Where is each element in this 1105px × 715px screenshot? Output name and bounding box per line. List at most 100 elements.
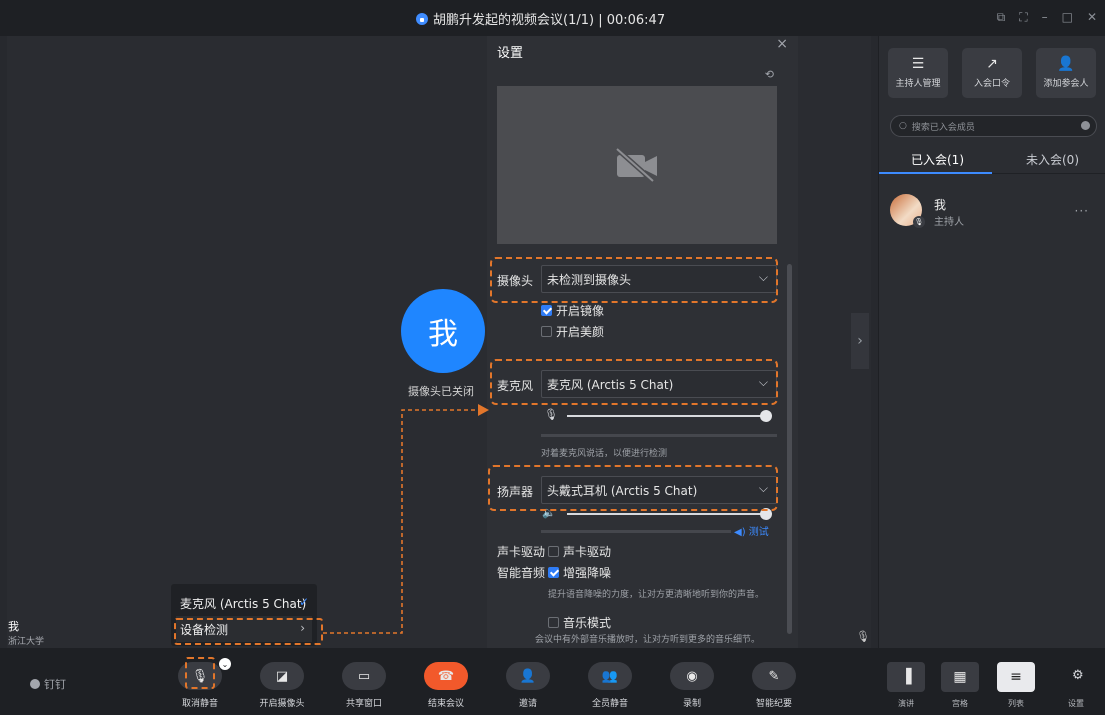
close-icon[interactable]: × xyxy=(776,36,788,52)
soundcard-checkbox[interactable]: 声卡驱动 xyxy=(548,543,611,560)
record-icon: ◉ xyxy=(670,662,714,690)
meeting-password-button[interactable]: ↗ 入会口令 xyxy=(962,48,1022,98)
music-mode-checkbox[interactable]: 音乐模式 xyxy=(548,614,611,631)
checkbox-unchecked xyxy=(548,546,559,557)
settings-scrollbar[interactable] xyxy=(787,264,792,634)
settings-label: 设置 xyxy=(1068,699,1084,708)
camera-off-icon: ◪ xyxy=(260,662,304,690)
share-icon: ↗ xyxy=(986,56,998,72)
more-icon[interactable]: ··· xyxy=(1075,204,1089,218)
beauty-label: 开启美颜 xyxy=(556,325,605,339)
beauty-checkbox[interactable]: 开启美颜 xyxy=(541,323,604,340)
microphone-highlight xyxy=(490,359,778,405)
mirror-checkbox[interactable]: 开启镜像 xyxy=(541,302,604,319)
host-manage-button[interactable]: ☰ 主持人管理 xyxy=(888,48,948,98)
share-window-button[interactable]: ▭ 共享窗口 xyxy=(334,662,394,709)
rotate-icon[interactable]: ⟲ xyxy=(765,68,774,81)
meeting-password-label: 入会口令 xyxy=(973,79,1010,89)
settings-title: 设置 xyxy=(497,46,524,61)
camera-highlight xyxy=(490,257,778,303)
checkbox-checked xyxy=(548,567,559,578)
mute-all-label: 全员静音 xyxy=(591,699,628,709)
start-camera-button[interactable]: ◪ 开启摄像头 xyxy=(252,662,312,709)
mic-muted-icon: 🎙 xyxy=(913,216,925,228)
minimize-icon[interactable]: – xyxy=(1042,10,1048,25)
smart-notes-button[interactable]: ✎ 智能纪要 xyxy=(744,662,804,709)
search-icon: ○ xyxy=(899,121,907,131)
speaker-test-link[interactable]: ◀) 测试 xyxy=(734,523,769,538)
music-mode-hint: 会议中有外部音乐播放时，让对方听到更多的音乐细节。 xyxy=(535,635,761,645)
add-participant-button[interactable]: 👤 添加参会人 xyxy=(1036,48,1096,98)
dingtalk-icon xyxy=(30,679,40,689)
notes-icon: ✎ xyxy=(752,662,796,690)
fullscreen-icon[interactable]: ⛶ xyxy=(1019,10,1027,25)
grid-view-label: 宫格 xyxy=(952,699,968,708)
title-bar: 胡鹏升发起的视频会议(1/1) | 00:06:47 ⧉ ⛶ – □ ✕ xyxy=(0,0,1105,36)
speaker-volume-slider[interactable] xyxy=(567,513,767,515)
invite-icon: 👤 xyxy=(506,662,550,690)
microphone-icon: 🎙 xyxy=(544,408,558,421)
noise-reduction-hint: 提升语音降噪的力度，让对方更清晰地听到你的声音。 xyxy=(548,590,765,600)
start-camera-label: 开启摄像头 xyxy=(259,699,305,709)
smart-notes-label: 智能纪要 xyxy=(755,699,792,709)
mute-all-icon: 👥 xyxy=(588,662,632,690)
music-mode-option: 音乐模式 xyxy=(563,616,612,630)
speaker-view-button[interactable]: ▐ xyxy=(887,662,925,692)
camera-off-icon xyxy=(615,147,657,183)
share-window-label: 共享窗口 xyxy=(345,699,382,709)
lock-icon xyxy=(416,12,428,25)
mic-hint: 对着麦克风说话，以便进行检测 xyxy=(541,449,668,459)
window-controls: ⧉ ⛶ – □ ✕ xyxy=(997,10,1097,25)
mic-status-icon: 🎙 xyxy=(856,630,870,643)
end-meeting-button[interactable]: ☎ 结束会议 xyxy=(416,662,476,709)
pin-icon[interactable]: ⧉ xyxy=(997,10,1006,25)
speaker-view-label: 演讲 xyxy=(898,699,914,708)
maximize-icon[interactable]: □ xyxy=(1062,10,1073,25)
unmute-highlight xyxy=(185,657,215,689)
tab-active-indicator xyxy=(879,172,992,174)
end-meeting-label: 结束会议 xyxy=(427,699,464,709)
record-button[interactable]: ◉ 录制 xyxy=(662,662,722,709)
member-search-input[interactable]: ○ 搜索已入会成员 xyxy=(890,115,1097,137)
mic-volume-knob[interactable] xyxy=(760,410,772,422)
mute-all-button[interactable]: 👥 全员静音 xyxy=(580,662,640,709)
grid-view-icon: ▦ xyxy=(953,669,967,685)
record-label: 录制 xyxy=(682,699,701,709)
invite-button[interactable]: 👤 邀请 xyxy=(498,662,558,709)
member-search-placeholder: 搜索已入会成员 xyxy=(911,122,975,133)
member-role: 主持人 xyxy=(934,217,964,228)
list-view-button[interactable]: ≡ xyxy=(997,662,1035,692)
share-screen-icon: ▭ xyxy=(342,662,386,690)
sliders-icon: ☰ xyxy=(911,56,925,72)
speaker-test-icon: ◀) xyxy=(734,527,746,538)
tab-not-joined[interactable]: 未入会(0) xyxy=(1026,151,1079,168)
tab-joined[interactable]: 已入会(1) xyxy=(911,151,964,168)
speaker-test-label: 测试 xyxy=(748,527,769,538)
list-view-icon: ≡ xyxy=(1010,669,1022,685)
mic-volume-slider[interactable] xyxy=(567,415,767,417)
camera-preview xyxy=(497,86,777,244)
members-panel: ☰ 主持人管理 ↗ 入会口令 👤 添加参会人 ○ 搜索已入会成员 已入会(1) 未入会(… xyxy=(878,36,1105,648)
clear-icon[interactable] xyxy=(1081,121,1090,130)
chevron-right-icon: › xyxy=(857,333,863,349)
self-avatar: 我 xyxy=(401,289,485,373)
close-icon[interactable]: ✕ xyxy=(1087,10,1097,25)
mic-device-option[interactable]: 麦克风 (Arctis 5 Chat) xyxy=(180,595,306,612)
speaker-view-icon: ▐ xyxy=(900,669,912,685)
expand-panel-button[interactable]: › xyxy=(851,313,869,369)
checkbox-checked xyxy=(541,305,552,316)
brand-label: 钉钉 xyxy=(44,678,66,691)
add-participant-label: 添加参会人 xyxy=(1043,79,1089,89)
camera-status: 摄像头已关闭 xyxy=(408,385,474,398)
invite-label: 邀请 xyxy=(518,699,537,709)
checkbox-unchecked xyxy=(548,617,559,628)
brand-logo: 钉钉 xyxy=(30,676,66,692)
host-manage-label: 主持人管理 xyxy=(895,79,941,89)
noise-reduction-checkbox[interactable]: 增强降噪 xyxy=(548,564,611,581)
gear-icon[interactable]: ⚙ xyxy=(1072,668,1084,683)
meeting-title: 胡鹏升发起的视频会议(1/1) | 00:06:47 xyxy=(416,9,665,28)
member-name: 我 xyxy=(934,198,947,212)
settings-panel: 设置 × ⟲ 摄像头 未检测到摄像头 ⌵ 开启镜像 开启美颜 麦克风 麦克风 (A… xyxy=(487,36,798,648)
chevron-down-icon[interactable]: ⌄ xyxy=(219,658,231,670)
grid-view-button[interactable]: ▦ xyxy=(941,662,979,692)
